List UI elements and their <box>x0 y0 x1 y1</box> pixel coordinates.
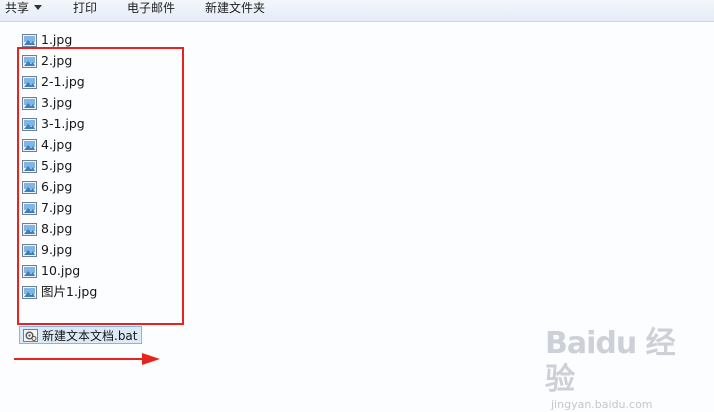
file-item[interactable]: 5.jpg <box>22 156 72 176</box>
image-file-icon <box>22 54 37 68</box>
image-file-icon <box>22 75 37 89</box>
new-folder-button[interactable]: 新建文件夹 <box>205 0 265 18</box>
file-item[interactable]: 9.jpg <box>22 240 72 260</box>
image-file-icon <box>22 201 37 215</box>
command-bar: 共享 打印 电子邮件 新建文件夹 <box>0 0 714 22</box>
file-name: 3.jpg <box>41 95 73 110</box>
share-menu-button[interactable]: 共享 <box>5 0 43 18</box>
file-name: 9.jpg <box>41 242 73 257</box>
image-file-icon <box>22 180 37 194</box>
file-item-bat[interactable]: 新建文本文档.bat <box>19 326 142 344</box>
file-item[interactable]: 2-1.jpg <box>22 72 85 92</box>
image-file-icon <box>22 159 37 173</box>
file-item[interactable]: 3-1.jpg <box>22 114 85 134</box>
file-name: 10.jpg <box>41 263 81 278</box>
image-file-icon <box>22 285 37 299</box>
file-list-pane[interactable]: 新建文本文档.bat 1.jpg 2.jpg 2-1.jpg 3.jpg 3-1.jpg… <box>0 22 714 406</box>
file-name: 新建文本文档.bat <box>42 328 138 343</box>
file-name: 2-1.jpg <box>41 74 85 89</box>
file-name: 8.jpg <box>41 221 73 236</box>
file-name: 5.jpg <box>41 158 73 173</box>
image-file-icon <box>22 33 37 47</box>
image-file-icon <box>22 222 37 236</box>
file-item[interactable]: 2.jpg <box>22 51 72 71</box>
file-name: 4.jpg <box>41 137 73 152</box>
image-file-icon <box>22 96 37 110</box>
annotation-arrow <box>14 353 160 365</box>
file-name: 3-1.jpg <box>41 116 85 131</box>
file-item[interactable]: 1.jpg <box>22 30 72 50</box>
file-item[interactable]: 图片1.jpg <box>22 282 97 302</box>
file-name: 2.jpg <box>41 53 73 68</box>
share-label: 共享 <box>5 1 30 15</box>
file-item[interactable]: 3.jpg <box>22 93 72 113</box>
file-item[interactable]: 10.jpg <box>22 261 80 281</box>
email-button[interactable]: 电子邮件 <box>127 0 175 18</box>
image-file-icon <box>22 264 37 278</box>
file-name: 7.jpg <box>41 200 73 215</box>
file-item[interactable]: 7.jpg <box>22 198 72 218</box>
print-button[interactable]: 打印 <box>73 0 97 18</box>
file-item[interactable]: 4.jpg <box>22 135 72 155</box>
file-name: 1.jpg <box>41 32 73 47</box>
batch-file-icon <box>23 328 38 342</box>
file-item[interactable]: 8.jpg <box>22 219 72 239</box>
file-name: 图片1.jpg <box>41 284 98 299</box>
image-file-icon <box>22 243 37 257</box>
dropdown-arrow-icon <box>34 5 43 10</box>
image-file-icon <box>22 138 37 152</box>
image-file-icon <box>22 117 37 131</box>
file-item[interactable]: 6.jpg <box>22 177 72 197</box>
file-name: 6.jpg <box>41 179 73 194</box>
